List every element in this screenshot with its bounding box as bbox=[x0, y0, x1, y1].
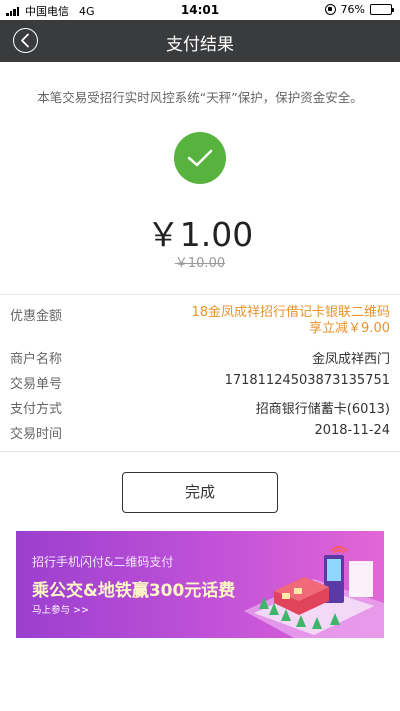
order-value: 17181124503873135751 bbox=[224, 373, 390, 388]
original-amount: ￥10.00 bbox=[174, 256, 226, 271]
discount-label: 优惠金额 bbox=[10, 309, 63, 324]
banner-line1: 招行手机闪付&二维码支付 bbox=[32, 555, 174, 569]
banner-illustration bbox=[244, 546, 384, 638]
detail-row-payment: 支付方式 招商银行储蓄卡(6013) bbox=[10, 398, 390, 422]
detail-row-order: 交易单号 17181124503873135751 bbox=[10, 373, 390, 397]
banner-cta[interactable]: 马上参与 >> bbox=[32, 602, 89, 616]
detail-row-merchant: 商户名称 金凤成祥西门 bbox=[10, 348, 390, 372]
order-label: 交易单号 bbox=[10, 377, 63, 392]
merchant-label: 商户名称 bbox=[10, 352, 63, 367]
battery-icon bbox=[370, 4, 394, 15]
success-badge bbox=[174, 132, 226, 184]
rotation-lock-icon bbox=[324, 4, 336, 15]
nav-header: 支付结果 bbox=[0, 20, 400, 62]
status-bar: 中国电信 4G 14:01 76% bbox=[0, 0, 400, 20]
payment-label: 支付方式 bbox=[10, 402, 63, 417]
divider-top bbox=[0, 294, 400, 295]
promo-banner[interactable]: 招行手机闪付&二维码支付 乘公交&地铁赢300元话费 马上参与 >> bbox=[16, 531, 384, 638]
transaction-details: 优惠金额 18金凤成祥招行借记卡银联二维码享立减￥9.00 商户名称 金凤成祥西… bbox=[10, 305, 390, 447]
done-button[interactable]: 完成 bbox=[122, 472, 278, 513]
discount-value: 18金凤成祥招行借记卡银联二维码享立减￥9.00 bbox=[191, 305, 390, 336]
payment-value: 招商银行储蓄卡(6013) bbox=[255, 402, 390, 417]
battery-percent: 76% bbox=[340, 3, 365, 16]
date-value: 2018-11-24 bbox=[314, 423, 390, 438]
security-notice: 本笔交易受招行实时风控系统“天秤”保护，保护资金安全。 bbox=[37, 90, 363, 105]
date-label: 交易时间 bbox=[10, 427, 63, 442]
paid-amount: ￥1.00 bbox=[146, 215, 254, 254]
merchant-value: 金凤成祥西门 bbox=[311, 352, 390, 367]
banner-line2: 乘公交&地铁赢300元话费 bbox=[32, 581, 236, 601]
check-icon bbox=[187, 149, 213, 167]
divider-bottom bbox=[0, 451, 400, 452]
status-right: 76% bbox=[324, 3, 394, 16]
detail-row-date: 交易时间 2018-11-24 bbox=[10, 423, 390, 447]
detail-row-discount: 优惠金额 18金凤成祥招行借记卡银联二维码享立减￥9.00 bbox=[10, 305, 390, 347]
page-title: 支付结果 bbox=[166, 35, 234, 55]
